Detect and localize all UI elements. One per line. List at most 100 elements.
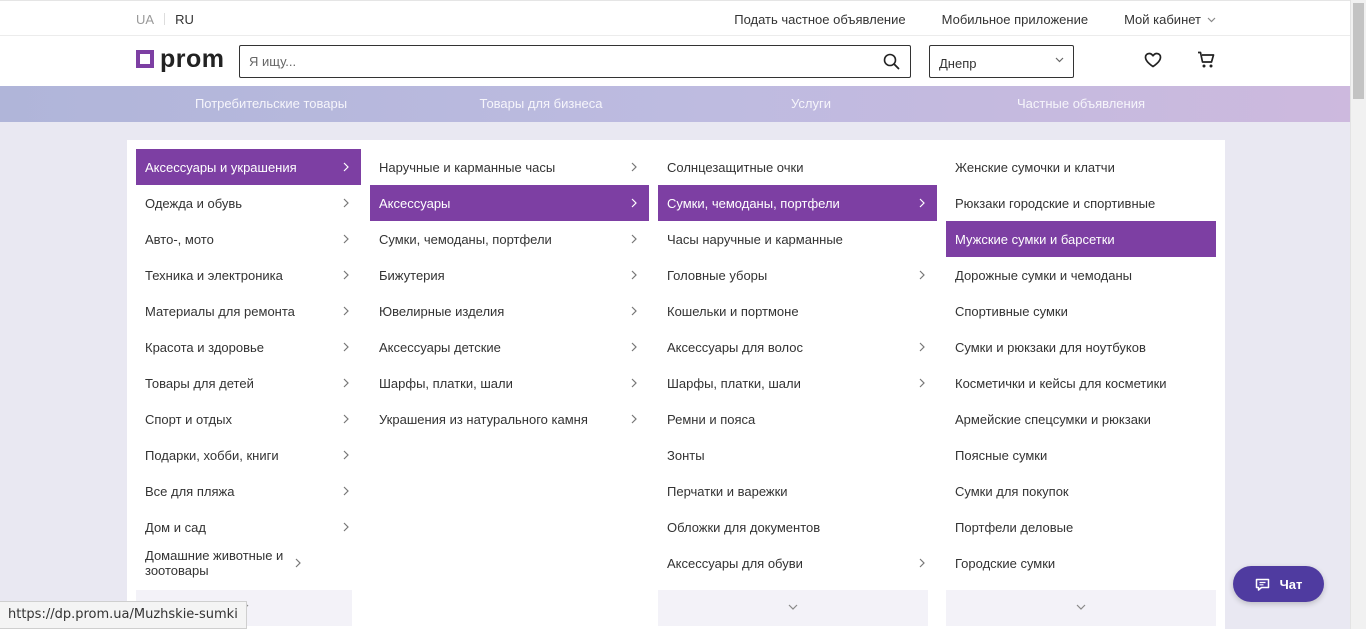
- menu-item-label: Дом и сад: [145, 519, 206, 535]
- search-input[interactable]: [240, 46, 860, 77]
- menu-item-label: Украшения из натурального камня: [379, 411, 588, 427]
- menu-item[interactable]: Домашние животные и зоотовары: [136, 545, 361, 581]
- menu-item[interactable]: Сумки для покупок: [946, 473, 1216, 509]
- menu-item[interactable]: Аксессуары и украшения: [136, 149, 361, 185]
- cart-icon[interactable]: [1197, 51, 1216, 69]
- menu-item[interactable]: Подарки, хобби, книги: [136, 437, 361, 473]
- status-url-bar: https://dp.prom.ua/Muzhskie-sumki: [0, 601, 247, 629]
- menu-item[interactable]: Дорожные сумки и чемоданы: [946, 257, 1216, 293]
- menu-item[interactable]: Кошельки и портмоне: [658, 293, 937, 329]
- chat-label: Чат: [1279, 576, 1303, 592]
- menu-item[interactable]: Перчатки и варежки: [658, 473, 937, 509]
- menu-item-label: Техника и электроника: [145, 267, 283, 283]
- menu-item[interactable]: Портфели деловые: [946, 509, 1216, 545]
- menu-item[interactable]: Головные уборы: [658, 257, 937, 293]
- menu-item[interactable]: Шарфы, платки, шали: [370, 365, 649, 401]
- search-box: [239, 45, 911, 78]
- menu-item[interactable]: Товары для детей: [136, 365, 361, 401]
- menu-item[interactable]: Сумки, чемоданы, портфели: [370, 221, 649, 257]
- menu-item[interactable]: Сумки, чемоданы, портфели: [658, 185, 937, 221]
- menu-item[interactable]: Косметички и кейсы для косметики: [946, 365, 1216, 401]
- menu-item[interactable]: Зонты: [658, 437, 937, 473]
- chevron-right-icon: [343, 342, 349, 352]
- menu-item-label: Сумки, чемоданы, портфели: [379, 231, 552, 247]
- menu-item[interactable]: Обложки для документов: [658, 509, 937, 545]
- chevron-right-icon: [343, 198, 349, 208]
- chevron-right-icon: [343, 522, 349, 532]
- show-more-button[interactable]: [658, 590, 928, 626]
- mobile-app-link[interactable]: Мобильное приложение: [942, 12, 1088, 27]
- menu-item-label: Спорт и отдых: [145, 411, 232, 427]
- chevron-right-icon: [343, 486, 349, 496]
- menu-item[interactable]: Армейские спецсумки и рюкзаки: [946, 401, 1216, 437]
- menu-item-label: Перчатки и варежки: [667, 483, 788, 499]
- chevron-right-icon: [919, 270, 925, 280]
- show-more-button[interactable]: [946, 590, 1216, 626]
- chevron-right-icon: [919, 558, 925, 568]
- menu-item[interactable]: Рюкзаки городские и спортивные: [946, 185, 1216, 221]
- menu-item-label: Женские сумочки и клатчи: [955, 159, 1115, 175]
- scrollbar-thumb[interactable]: [1353, 3, 1364, 99]
- menu-item[interactable]: Аксессуары: [370, 185, 649, 221]
- tab-services[interactable]: Услуги: [676, 86, 946, 122]
- lang-ru-link[interactable]: RU: [175, 12, 194, 27]
- chevron-down-icon: [1076, 604, 1086, 610]
- menu-item-label: Дорожные сумки и чемоданы: [955, 267, 1133, 283]
- menu-item[interactable]: Поясные сумки: [946, 437, 1216, 473]
- menu-item[interactable]: Авто-, мото: [136, 221, 361, 257]
- my-cabinet-menu[interactable]: Мой кабинет: [1124, 12, 1216, 27]
- tab-private-ads[interactable]: Частные объявления: [946, 86, 1216, 122]
- menu-item[interactable]: Мужские сумки и барсетки: [946, 221, 1216, 257]
- menu-item[interactable]: Ювелирные изделия: [370, 293, 649, 329]
- heart-icon[interactable]: [1144, 52, 1162, 68]
- menu-item[interactable]: Одежда и обувь: [136, 185, 361, 221]
- menu-item[interactable]: Спортивные сумки: [946, 293, 1216, 329]
- chat-button[interactable]: Чат: [1233, 566, 1324, 602]
- logo-square-icon: [136, 50, 154, 68]
- menu-item-label: Городские сумки: [955, 555, 1056, 571]
- city-value: Днепр: [939, 56, 977, 71]
- chevron-down-icon: [788, 604, 798, 610]
- menu-item[interactable]: Бижутерия: [370, 257, 649, 293]
- page-scrollbar[interactable]: [1350, 0, 1366, 629]
- menu-item-label: Часы наручные и карманные: [667, 231, 843, 247]
- tab-consumer-goods[interactable]: Потребительские товары: [136, 86, 406, 122]
- menu-item[interactable]: Аксессуары для волос: [658, 329, 937, 365]
- search-icon[interactable]: [883, 53, 900, 70]
- chevron-right-icon: [631, 234, 637, 244]
- menu-item[interactable]: Аксессуары детские: [370, 329, 649, 365]
- menu-item-label: Аксессуары: [379, 195, 451, 211]
- menu-item[interactable]: Все для пляжа: [136, 473, 361, 509]
- menu-item-label: Аксессуары для обуви: [667, 555, 803, 571]
- menu-item[interactable]: Аксессуары для обуви: [658, 545, 937, 581]
- menu-item[interactable]: Красота и здоровье: [136, 329, 361, 365]
- catalog-column-1: Аксессуары и украшения Одежда и обувь Ав…: [136, 149, 361, 581]
- catalog-column-3: Солнцезащитные очки Сумки, чемоданы, пор…: [658, 149, 937, 581]
- menu-item[interactable]: Солнцезащитные очки: [658, 149, 937, 185]
- menu-item[interactable]: Ремни и пояса: [658, 401, 937, 437]
- menu-item[interactable]: Украшения из натурального камня: [370, 401, 649, 437]
- catalog-column-4: Женские сумочки и клатчи Рюкзаки городск…: [946, 149, 1216, 581]
- menu-item[interactable]: Часы наручные и карманные: [658, 221, 937, 257]
- menu-item[interactable]: Женские сумочки и клатчи: [946, 149, 1216, 185]
- city-select[interactable]: Днепр: [929, 45, 1074, 78]
- menu-item[interactable]: Спорт и отдых: [136, 401, 361, 437]
- tab-business-goods[interactable]: Товары для бизнеса: [406, 86, 676, 122]
- menu-item[interactable]: Наручные и карманные часы: [370, 149, 649, 185]
- logo-text: prom: [160, 45, 225, 73]
- menu-item-label: Аксессуары для волос: [667, 339, 803, 355]
- menu-item-label: Материалы для ремонта: [145, 303, 295, 319]
- menu-item-label: Ювелирные изделия: [379, 303, 505, 319]
- prom-logo[interactable]: prom: [136, 45, 225, 73]
- menu-item-label: Кошельки и портмоне: [667, 303, 799, 319]
- menu-item[interactable]: Сумки и рюкзаки для ноутбуков: [946, 329, 1216, 365]
- menu-item[interactable]: Дом и сад: [136, 509, 361, 545]
- lang-ua-link[interactable]: UA: [136, 12, 154, 27]
- menu-item[interactable]: Городские сумки: [946, 545, 1216, 581]
- menu-item[interactable]: Шарфы, платки, шали: [658, 365, 937, 401]
- post-ad-link[interactable]: Подать частное объявление: [734, 12, 905, 27]
- chat-bubble-icon: [1255, 578, 1269, 591]
- menu-item-label: Домашние животные и зоотовары: [145, 548, 284, 578]
- menu-item[interactable]: Материалы для ремонта: [136, 293, 361, 329]
- menu-item[interactable]: Техника и электроника: [136, 257, 361, 293]
